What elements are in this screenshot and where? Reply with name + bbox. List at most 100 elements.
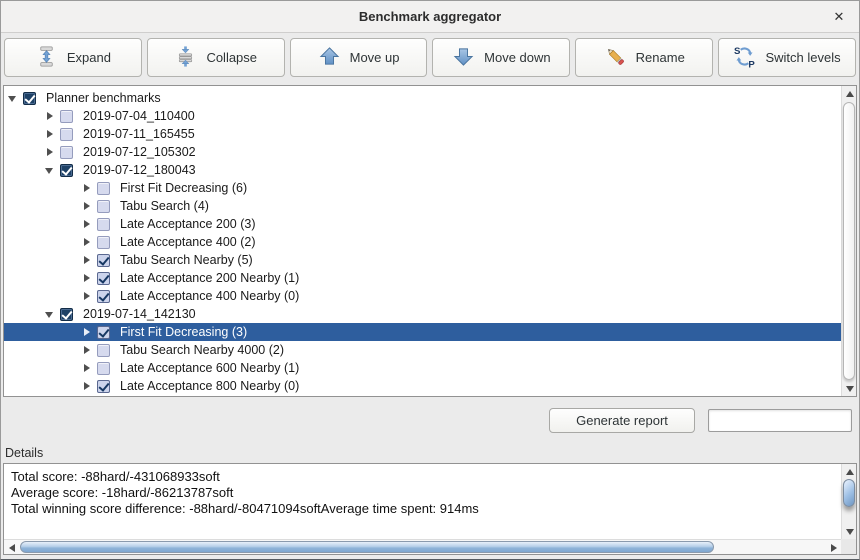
checkbox[interactable] [97, 200, 110, 213]
tree-row-label: First Fit Decreasing (3) [117, 325, 250, 339]
expander-icon[interactable] [82, 255, 93, 266]
tree-row[interactable]: Planner benchmarks [4, 89, 841, 107]
checkbox[interactable] [97, 290, 110, 303]
tree-scrollbar-thumb[interactable] [843, 102, 855, 380]
tree-row[interactable]: 2019-07-12_180043 [4, 161, 841, 179]
checkbox[interactable] [97, 254, 110, 267]
collapse-button[interactable]: Collapse [147, 38, 285, 77]
expander-icon[interactable] [82, 219, 93, 230]
details-horizontal-scrollbar[interactable] [4, 539, 841, 554]
tree-row-label: Tabu Search Nearby (5) [117, 253, 256, 267]
generate-report-button[interactable]: Generate report [549, 408, 695, 433]
tree-row[interactable]: Tabu Search Nearby (5) [4, 251, 841, 269]
expander-icon[interactable] [45, 111, 56, 122]
tree-row[interactable]: First Fit Decreasing (3) [4, 323, 841, 341]
tree-row-label: 2019-07-14_142130 [80, 307, 199, 321]
switch-levels-button-label: Switch levels [765, 50, 840, 65]
expander-icon[interactable] [82, 327, 93, 338]
checkbox[interactable] [97, 362, 110, 375]
tree-row[interactable]: Late Acceptance 200 Nearby (1) [4, 269, 841, 287]
tree-row-label: Planner benchmarks [43, 91, 164, 105]
tree-row[interactable]: 2019-07-04_110400 [4, 107, 841, 125]
tree-row-label: Late Acceptance 600 Nearby (1) [117, 361, 302, 375]
move-down-button-label: Move down [484, 50, 550, 65]
tree-row[interactable]: 2019-07-11_165455 [4, 125, 841, 143]
move-down-button[interactable]: Move down [432, 38, 570, 77]
tree-vertical-scrollbar[interactable] [841, 86, 856, 396]
benchmark-aggregator-window: Benchmark aggregator Expand [0, 0, 860, 560]
rename-button[interactable]: Rename [575, 38, 713, 77]
generate-report-label: Generate report [576, 413, 668, 428]
expander-icon[interactable] [82, 183, 93, 194]
expand-button[interactable]: Expand [4, 38, 142, 77]
move-down-icon [452, 45, 475, 71]
checkbox[interactable] [60, 146, 73, 159]
details-label: Details [5, 446, 859, 463]
tree-row[interactable]: Tabu Search (4) [4, 197, 841, 215]
expander-icon[interactable] [82, 345, 93, 356]
expand-icon [35, 45, 58, 71]
expander-icon[interactable] [82, 237, 93, 248]
checkbox[interactable] [97, 182, 110, 195]
checkbox[interactable] [60, 164, 73, 177]
scroll-right-icon[interactable] [827, 540, 841, 555]
tree-row[interactable]: Late Acceptance 200 (3) [4, 215, 841, 233]
expander-icon[interactable] [82, 201, 93, 212]
expander-icon[interactable] [45, 165, 56, 176]
report-row: Generate report [1, 407, 859, 433]
tree-row[interactable]: Late Acceptance 600 Nearby (1) [4, 359, 841, 377]
checkbox[interactable] [97, 326, 110, 339]
expander-icon[interactable] [45, 147, 56, 158]
scroll-down-icon[interactable] [842, 524, 857, 539]
expander-icon[interactable] [45, 309, 56, 320]
scroll-down-icon[interactable] [842, 381, 857, 396]
details-text[interactable]: Total score: -88hard/-431068933softAvera… [4, 464, 841, 539]
scroll-up-icon[interactable] [842, 86, 857, 101]
checkbox[interactable] [60, 128, 73, 141]
tree-row[interactable]: First Fit Decreasing (6) [4, 179, 841, 197]
checkbox[interactable] [97, 218, 110, 231]
move-up-button[interactable]: Move up [290, 38, 428, 77]
tree-row[interactable]: Late Acceptance 400 Nearby (0) [4, 287, 841, 305]
expander-icon[interactable] [8, 93, 19, 104]
expander-icon[interactable] [45, 129, 56, 140]
expander-icon[interactable] [82, 363, 93, 374]
expander-icon[interactable] [82, 273, 93, 284]
scroll-left-icon[interactable] [4, 540, 19, 555]
rename-button-label: Rename [636, 50, 685, 65]
tree-row[interactable]: 2019-07-14_142130 [4, 305, 841, 323]
checkbox[interactable] [23, 92, 36, 105]
tree-row[interactable]: 2019-07-12_105302 [4, 143, 841, 161]
checkbox[interactable] [97, 236, 110, 249]
benchmark-tree-panel: Planner benchmarks 2019-07-04_110400 2019-… [3, 85, 857, 397]
switch-levels-icon: S P [733, 45, 756, 71]
tree-row-label: Late Acceptance 800 Nearby (0) [117, 379, 302, 393]
close-icon[interactable] [831, 9, 847, 25]
tree-row[interactable]: Late Acceptance 400 (2) [4, 233, 841, 251]
details-vscrollbar-thumb[interactable] [843, 479, 855, 507]
tree-row-label: Tabu Search (4) [117, 199, 212, 213]
expand-button-label: Expand [67, 50, 111, 65]
tree-row-label: 2019-07-11_165455 [80, 127, 198, 141]
checkbox[interactable] [97, 380, 110, 393]
switch-levels-button[interactable]: S P Switch levels [718, 38, 856, 77]
toolbar: Expand Collapse [1, 33, 859, 83]
move-up-icon [318, 45, 341, 71]
checkbox[interactable] [60, 110, 73, 123]
checkbox[interactable] [97, 272, 110, 285]
tree-row-label: Late Acceptance 400 (2) [117, 235, 259, 249]
tree-row-label: Tabu Search Nearby 4000 (2) [117, 343, 287, 357]
tree-row[interactable]: Tabu Search Nearby 4000 (2) [4, 341, 841, 359]
tree-row-label: 2019-07-12_180043 [80, 163, 199, 177]
checkbox[interactable] [60, 308, 73, 321]
checkbox[interactable] [97, 344, 110, 357]
scroll-up-icon[interactable] [842, 464, 857, 479]
details-vertical-scrollbar[interactable] [841, 464, 856, 539]
expander-icon[interactable] [82, 381, 93, 392]
details-hscrollbar-thumb[interactable] [20, 541, 714, 553]
tree-row-label: 2019-07-12_105302 [80, 145, 199, 159]
tree-row-label: First Fit Decreasing (6) [117, 181, 250, 195]
tree-row-label: Late Acceptance 200 Nearby (1) [117, 271, 302, 285]
tree-row[interactable]: Late Acceptance 800 Nearby (0) [4, 377, 841, 395]
expander-icon[interactable] [82, 291, 93, 302]
